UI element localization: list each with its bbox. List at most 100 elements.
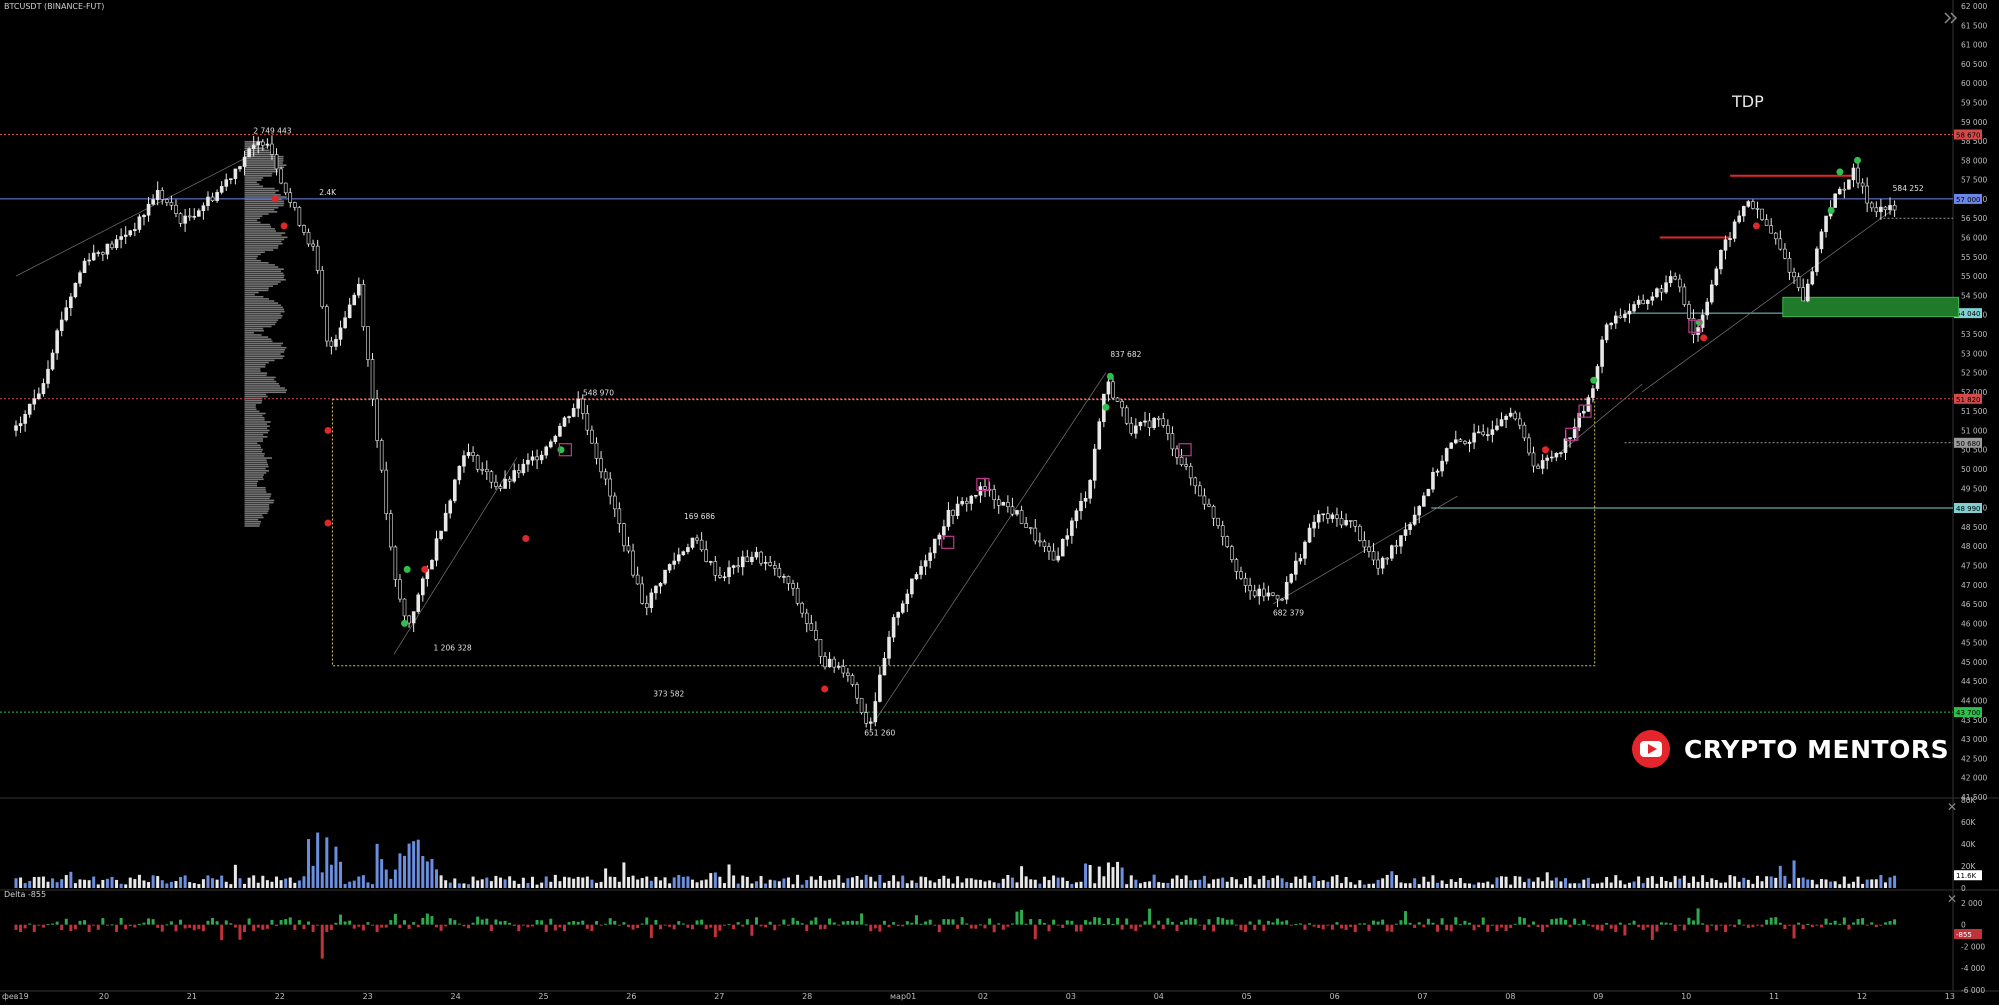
volume-bar: [375, 843, 379, 888]
volume-bar: [1394, 875, 1398, 888]
delta-bar: [1061, 924, 1065, 928]
candle-body: [1719, 249, 1723, 270]
delta-bar: [562, 924, 566, 932]
candle-body: [1024, 523, 1028, 528]
delta-bar: [252, 924, 256, 931]
volume-bar: [115, 879, 119, 888]
delta-bar: [211, 917, 215, 925]
volume-bar: [764, 883, 768, 888]
delta-bar: [1198, 924, 1202, 926]
chart-canvas[interactable]: 62 00061 50061 00060 50060 00059 50059 0…: [0, 0, 1999, 1001]
delta-bar: [1682, 924, 1686, 931]
volume-tick-label: 20K: [1961, 862, 1977, 871]
candle-body: [951, 509, 955, 516]
volume-bar: [174, 881, 178, 888]
delta-bar: [1554, 918, 1558, 925]
candle-body: [1623, 313, 1627, 318]
delta-bar: [238, 924, 242, 940]
candle-body: [900, 603, 905, 613]
candle-body: [27, 403, 32, 415]
volume-profile-bar: [244, 289, 269, 292]
delta-bar: [1719, 924, 1723, 926]
candle-body: [503, 478, 507, 489]
volume-profile-bar: [244, 321, 277, 324]
volume-bar: [261, 875, 265, 888]
delta-bar: [1710, 924, 1714, 926]
candle-body: [873, 701, 878, 723]
delta-bar: [1874, 924, 1878, 928]
candle-body: [1737, 215, 1741, 223]
price-tick-label: 61 000: [1961, 41, 1987, 50]
volume-bar: [1298, 878, 1302, 888]
candle-body: [1339, 518, 1344, 526]
delta-bar: [1787, 924, 1791, 926]
trading-chart[interactable]: 62 000 61 500 61 000 60 500 60 000 59 500 59 0…: [0, 0, 1999, 1001]
volume-bar: [553, 874, 557, 888]
delta-bar: [311, 924, 315, 932]
volume-bar: [1870, 879, 1874, 888]
candle-body: [471, 452, 475, 456]
youtube-logo-icon: [1632, 730, 1670, 768]
volume-bar: [613, 877, 617, 888]
volume-bar: [590, 879, 594, 888]
price-tick-label: 56 000: [1961, 234, 1987, 243]
volume-profile-bar: [244, 346, 287, 349]
candle-body: [827, 658, 832, 668]
delta-bar: [818, 924, 822, 930]
candle-body: [1074, 510, 1079, 522]
volume-bar: [1554, 877, 1558, 888]
chevron-double-right-icon[interactable]: [1941, 8, 1961, 28]
volume-bar: [302, 876, 306, 888]
delta-bar: [480, 919, 484, 925]
delta-bar: [1294, 923, 1298, 925]
volume-bar: [1180, 878, 1184, 888]
volume-profile-bar: [244, 191, 276, 194]
delta-bar: [786, 924, 790, 926]
candle-body: [1792, 271, 1796, 278]
candle-body: [955, 503, 960, 516]
delta-bar: [201, 924, 205, 932]
delta-bar: [19, 924, 23, 932]
delta-bar: [1669, 923, 1673, 925]
delta-bar: [188, 924, 192, 928]
volume-bar: [1513, 876, 1517, 888]
volume-bar: [457, 883, 461, 888]
delta-bar: [494, 919, 498, 925]
volume-profile-bar: [244, 312, 281, 315]
candle-body: [521, 463, 526, 474]
volume-bar: [540, 882, 544, 888]
volume-close-icon[interactable]: ✕: [1947, 800, 1957, 814]
delta-bar: [1532, 921, 1536, 925]
delta-bar: [531, 924, 535, 927]
candle-body: [1129, 422, 1134, 434]
volume-profile-bar: [244, 491, 267, 493]
delta-bar: [69, 924, 73, 931]
delta-bar: [352, 924, 356, 929]
candle-body: [1403, 529, 1408, 536]
volume-bar: [860, 879, 864, 888]
candle-body: [1879, 206, 1883, 213]
volume-profile-bar: [244, 395, 268, 398]
candle-body: [50, 352, 55, 370]
volume-profile-bar: [244, 242, 283, 245]
delta-bar: [782, 919, 786, 925]
volume-bar: [243, 883, 247, 888]
volume-bar: [956, 876, 960, 888]
delta-bar: [1216, 917, 1220, 925]
volume-bar: [1029, 879, 1033, 888]
volume-bar: [421, 855, 425, 888]
candle-body: [18, 423, 23, 426]
delta-bar: [713, 924, 717, 938]
brand-watermark: CRYPTO MENTORS: [1632, 730, 1949, 768]
candle-body: [46, 368, 50, 384]
delta-bar: [686, 924, 690, 928]
delta-close-icon[interactable]: ✕: [1947, 892, 1957, 906]
volume-bar: [380, 859, 384, 888]
delta-bar: [567, 922, 571, 925]
price-tick-label: 47 000: [1961, 581, 1987, 590]
volume-profile-bar: [244, 461, 267, 464]
candle-body: [338, 327, 343, 340]
candle-body: [658, 582, 663, 587]
volume-bar: [1308, 882, 1312, 888]
volume-bar: [284, 878, 288, 888]
